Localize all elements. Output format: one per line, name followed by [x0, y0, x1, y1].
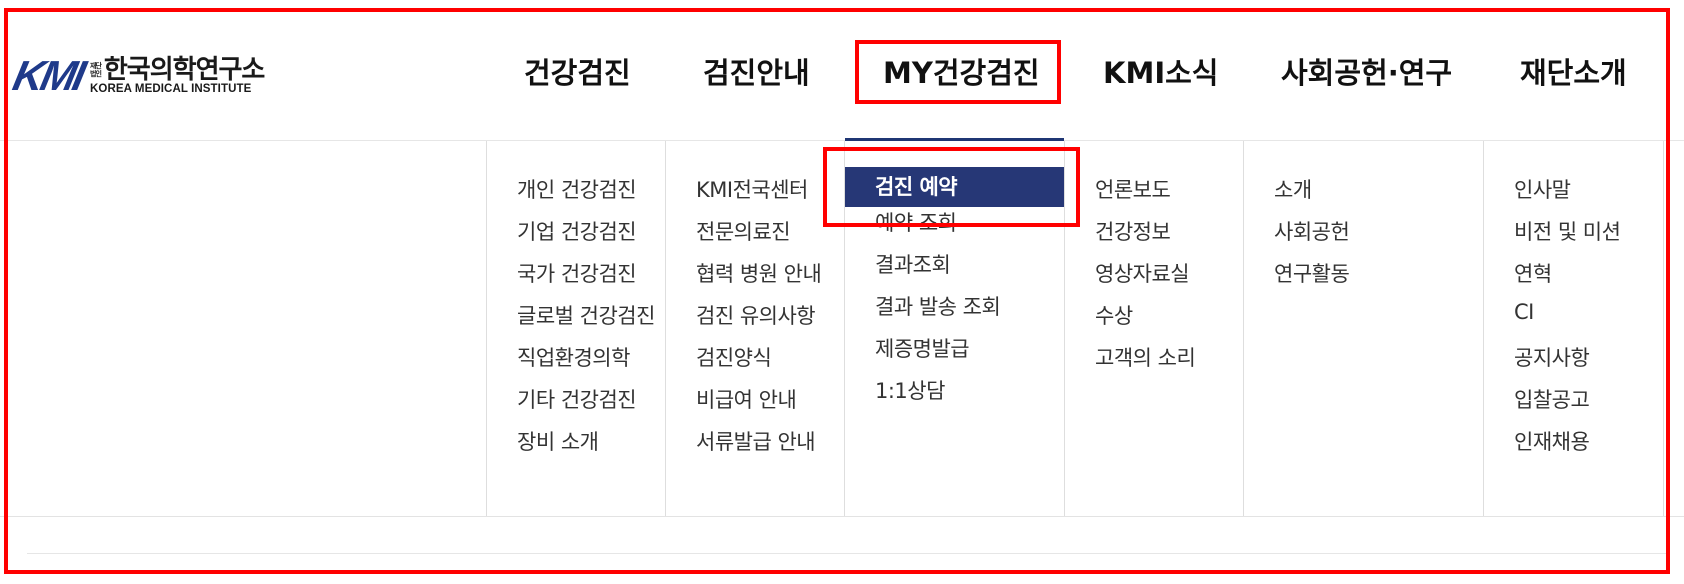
submenu-item[interactable]: 고객의 소리 [1095, 342, 1196, 384]
highlight-box-submenu [823, 147, 1080, 227]
submenu-list: 소개 사회공헌 연구활동 [1274, 174, 1350, 300]
submenu-item[interactable]: 입찰공고 [1514, 384, 1620, 426]
submenu-item[interactable]: 건강정보 [1095, 216, 1195, 258]
submenu-item[interactable]: 연구활동 [1274, 258, 1350, 300]
submenu-list: KMI전국센터 전문의료진 협력 병원 안내 검진 유의사항 검진양식 비급여 … [696, 174, 822, 468]
submenu-item[interactable]: 결과조회 [875, 249, 1065, 291]
nav-kmi-news[interactable]: KMI소식 [1103, 50, 1218, 92]
submenu-column-checkup-guide: KMI전국센터 전문의료진 협력 병원 안내 검진 유의사항 검진양식 비급여 … [665, 141, 845, 516]
submenu-list: 개인 건강검진 기업 건강검진 국가 건강검진 글로벌 건강검진 직업환경의학 … [517, 174, 655, 468]
submenu-item[interactable]: 전문의료진 [696, 216, 821, 258]
submenu-list: 언론보도 건강정보 영상자료실 수상 고객의 소리 [1095, 174, 1196, 384]
submenu-item[interactable]: 검진 유의사항 [696, 300, 821, 342]
divider [27, 553, 1667, 554]
submenu-item[interactable]: 검진양식 [696, 342, 821, 384]
submenu-column-kmi-news: 언론보도 건강정보 영상자료실 수상 고객의 소리 [1064, 141, 1244, 516]
submenu-item[interactable]: 1:1상담 [875, 375, 1065, 417]
submenu-item[interactable]: 개인 건강검진 [517, 174, 655, 216]
submenu-item[interactable]: 기업 건강검진 [517, 216, 655, 258]
submenu-column-health-checkup: 개인 건강검진 기업 건강검진 국가 건강검진 글로벌 건강검진 직업환경의학 … [486, 141, 666, 516]
submenu-item[interactable]: 글로벌 건강검진 [517, 300, 655, 342]
submenu-item[interactable]: 직업환경의학 [517, 342, 655, 384]
submenu-item[interactable]: 언론보도 [1095, 174, 1195, 216]
nav-social-research[interactable]: 사회공헌·연구 [1281, 50, 1452, 92]
submenu-item[interactable]: 결과 발송 조회 [875, 291, 1065, 333]
submenu-item[interactable]: KMI전국센터 [696, 174, 821, 216]
submenu-item[interactable]: 사회공헌 [1274, 216, 1350, 258]
submenu-list: 인사말 비전 및 미션 연혁 CI 공지사항 입찰공고 인재채용 [1514, 174, 1621, 468]
site-header: KMI 재단 법인 한국의학연구소 KOREA MEDICAL INSTITUT… [0, 0, 1684, 141]
highlight-box-nav [855, 40, 1061, 104]
submenu-item[interactable]: 국가 건강검진 [517, 258, 655, 300]
submenu-item[interactable]: 장비 소개 [517, 426, 655, 468]
submenu-item[interactable]: 공지사항 [1514, 342, 1620, 384]
submenu-item[interactable]: 서류발급 안내 [696, 426, 821, 468]
submenu-item[interactable]: 협력 병원 안내 [696, 258, 822, 300]
submenu-item[interactable]: 제증명발급 [875, 333, 1065, 375]
nav-my-health-checkup[interactable]: MY건강검진 [855, 40, 1061, 104]
submenu-item[interactable]: 인재채용 [1514, 426, 1620, 468]
submenu-item[interactable]: 영상자료실 [1095, 258, 1195, 300]
submenu-item[interactable]: 연혁 [1514, 258, 1620, 300]
submenu-column-foundation-intro: 인사말 비전 및 미션 연혁 CI 공지사항 입찰공고 인재채용 [1483, 141, 1664, 516]
submenu-item[interactable]: 비급여 안내 [696, 384, 821, 426]
submenu-item[interactable]: 소개 [1274, 174, 1349, 216]
submenu-item[interactable]: 인사말 [1514, 174, 1620, 216]
main-navigation: 건강검진 검진안내 MY건강검진 KMI소식 사회공헌·연구 재단소개 [0, 40, 1684, 104]
submenu-column-social-research: 소개 사회공헌 연구활동 [1243, 141, 1484, 516]
submenu-item[interactable]: 비전 및 미션 [1514, 216, 1621, 258]
submenu-item[interactable]: 기타 건강검진 [517, 384, 655, 426]
nav-foundation-intro[interactable]: 재단소개 [1520, 50, 1627, 92]
submenu-item[interactable]: 수상 [1095, 300, 1195, 342]
nav-health-checkup[interactable]: 건강검진 [524, 50, 631, 92]
submenu-item[interactable]: CI [1514, 300, 1620, 342]
nav-checkup-guide[interactable]: 검진안내 [703, 50, 810, 92]
